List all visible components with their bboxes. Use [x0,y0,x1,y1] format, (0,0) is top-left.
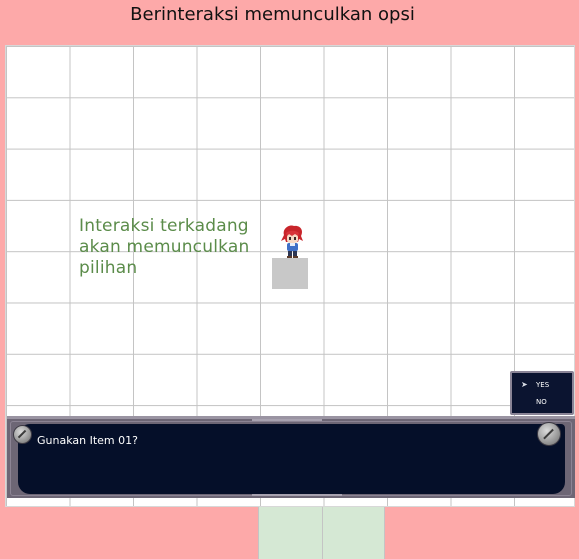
interactable-object-block[interactable] [272,258,308,289]
cursor-arrow-icon: ➤ [521,380,528,389]
player-character-sprite[interactable] [278,224,306,260]
choice-option-no[interactable]: NO [512,395,572,409]
dialog-bottom-accent [252,494,342,496]
green-floor-tiles [258,507,385,559]
choice-menu[interactable]: ➤ YES NO [510,371,574,415]
dialog-message-text: Gunakan Item 01? [37,434,138,447]
dialog-window[interactable]: Gunakan Item 01? [7,416,575,498]
hint-line-1: Interaksi terkadang [79,216,249,236]
hint-text: Interaksi terkadang akan memunculkan pil… [79,216,269,279]
choice-label-yes: YES [536,381,550,389]
choice-option-yes[interactable]: ➤ YES [512,378,572,392]
page-title: Berinteraksi memunculkan opsi [130,4,415,25]
choice-label-no: NO [536,398,547,406]
screw-icon [537,422,561,446]
screw-icon [13,425,32,444]
hint-line-2: akan memunculkan [79,237,250,257]
hint-line-3: pilihan [79,258,138,278]
dialog-top-accent [252,419,322,421]
